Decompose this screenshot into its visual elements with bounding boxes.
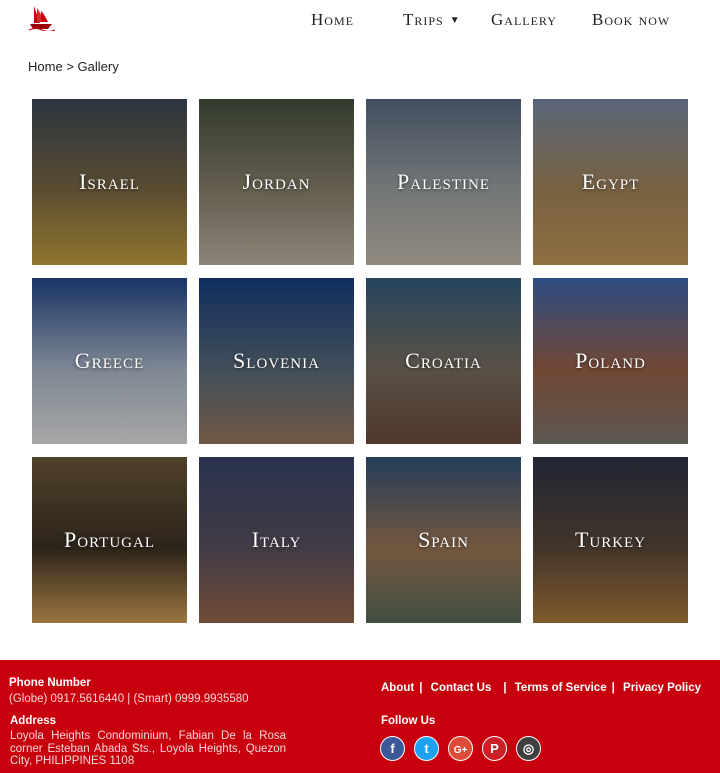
- breadcrumb-separator: >: [66, 59, 74, 74]
- footer-link-separator: |: [611, 682, 615, 694]
- ship-logo-icon[interactable]: [28, 3, 56, 32]
- gallery-tile-turkey[interactable]: Turkey: [533, 457, 688, 623]
- gallery-tile-label: Poland: [575, 348, 646, 373]
- nav-trips[interactable]: Trips ▼: [403, 10, 461, 30]
- footer-link-terms[interactable]: Terms of Service: [515, 682, 607, 694]
- nav-book-now[interactable]: Book now: [592, 10, 670, 30]
- gallery-tile-label: Greece: [74, 348, 145, 373]
- pinterest-icon[interactable]: P: [482, 736, 507, 761]
- gallery-tile-israel[interactable]: Israel: [32, 99, 187, 265]
- gallery-tile-label: Slovenia: [233, 348, 320, 373]
- gallery-tile-greece[interactable]: Greece: [32, 278, 187, 444]
- gallery-tile-label: Portugal: [64, 527, 155, 552]
- phone-numbers: (Globe) 0917.5616440 | (Smart) 0999.9935…: [9, 693, 249, 705]
- site-footer: Phone Number (Globe) 0917.5616440 | (Sma…: [0, 660, 720, 773]
- footer-link-separator: |: [503, 682, 507, 694]
- facebook-icon[interactable]: f: [380, 736, 405, 761]
- footer-link-privacy[interactable]: Privacy Policy: [623, 682, 701, 694]
- svg-text:◎: ◎: [523, 741, 534, 756]
- breadcrumb: Home > Gallery: [28, 59, 119, 74]
- svg-text:f: f: [390, 741, 395, 756]
- footer-link-contact[interactable]: Contact Us: [431, 682, 492, 694]
- svg-text:t: t: [424, 741, 429, 756]
- instagram-icon[interactable]: ◎: [516, 736, 541, 761]
- footer-link-about[interactable]: About: [381, 682, 414, 694]
- twitter-icon[interactable]: t: [414, 736, 439, 761]
- gallery-tile-label: Palestine: [397, 169, 490, 194]
- gallery-tile-label: Spain: [418, 527, 469, 552]
- gallery-tile-slovenia[interactable]: Slovenia: [199, 278, 354, 444]
- gallery-tile-poland[interactable]: Poland: [533, 278, 688, 444]
- site-header: Home Trips ▼ Gallery Book now: [0, 0, 720, 40]
- nav-home[interactable]: Home: [311, 10, 354, 30]
- nav-home-label: Home: [311, 10, 354, 29]
- gallery-tile-spain[interactable]: Spain: [366, 457, 521, 623]
- gallery-tile-palestine[interactable]: Palestine: [366, 99, 521, 265]
- google-plus-icon[interactable]: G+: [448, 736, 473, 761]
- gallery-tile-label: Jordan: [242, 169, 311, 194]
- gallery-tile-egypt[interactable]: Egypt: [533, 99, 688, 265]
- follow-heading: Follow Us: [381, 715, 436, 727]
- breadcrumb-current: Gallery: [77, 59, 119, 74]
- gallery-tile-jordan[interactable]: Jordan: [199, 99, 354, 265]
- nav-trips-label: Trips: [403, 10, 444, 29]
- nav-book-label: Book now: [592, 10, 671, 29]
- gallery-tile-croatia[interactable]: Croatia: [366, 278, 521, 444]
- gallery-tile-portugal[interactable]: Portugal: [32, 457, 187, 623]
- gallery-tile-italy[interactable]: Italy: [199, 457, 354, 623]
- gallery-tile-label: Turkey: [574, 527, 647, 552]
- footer-link-separator: |: [419, 682, 423, 694]
- gallery-tile-label: Israel: [79, 169, 140, 194]
- footer-links: About | Contact Us | Terms of Service | Pri…: [381, 682, 701, 694]
- phone-heading: Phone Number: [9, 677, 91, 689]
- gallery-tile-label: Egypt: [581, 169, 640, 194]
- svg-text:G+: G+: [454, 745, 468, 756]
- caret-down-icon: ▼: [449, 15, 461, 26]
- svg-text:P: P: [490, 741, 499, 756]
- gallery-tile-label: Italy: [251, 527, 302, 552]
- gallery-tile-label: Croatia: [405, 348, 482, 373]
- nav-gallery-label: Gallery: [491, 10, 557, 29]
- address-heading: Address: [10, 715, 57, 727]
- address-text: Loyola Heights Condominium, Fabian De la…: [10, 730, 286, 767]
- nav-gallery[interactable]: Gallery: [491, 10, 557, 30]
- breadcrumb-home[interactable]: Home: [28, 59, 63, 74]
